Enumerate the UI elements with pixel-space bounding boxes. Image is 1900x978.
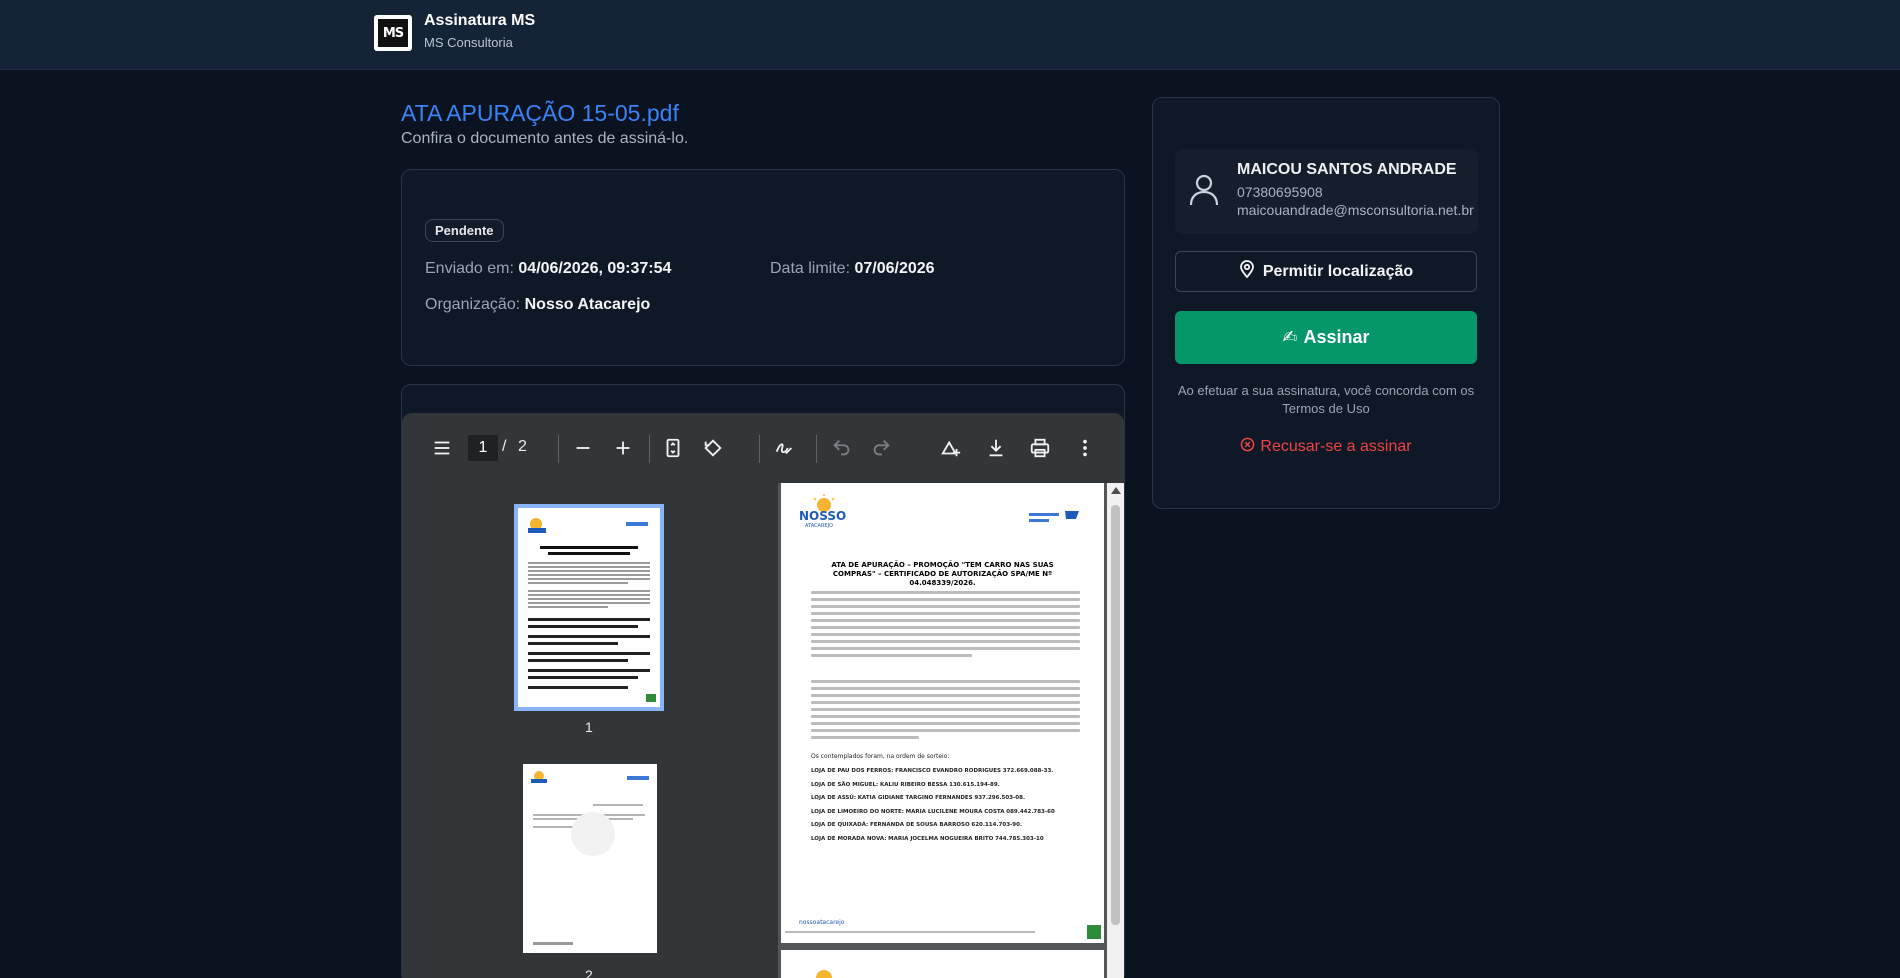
- brand-name: NOSSO: [799, 509, 847, 523]
- page-thumbnail-1[interactable]: [514, 504, 664, 711]
- toolbar-divider: [759, 435, 760, 463]
- signer-email: maicouandrade@msconsultoria.net.br: [1237, 202, 1474, 218]
- toolbar-divider: [649, 435, 650, 463]
- signer-name: MAICOU SANTOS ANDRADE: [1237, 161, 1457, 178]
- winner-item: LOJA DE SÃO MIGUEL: KALIU RIBEIRO BESSA …: [811, 781, 1000, 788]
- refuse-sign-label: Recusar-se a assinar: [1260, 438, 1412, 455]
- deadline-label: Data limite:: [770, 260, 851, 277]
- document-heading: ATA DE APURAÇÃO – PROMOÇÃO "TEM CARRO NA…: [831, 561, 1054, 587]
- winners-list: LOJA DE PAU DOS FERROS: FRANCISCO EVANDR…: [811, 768, 1080, 849]
- page-number-input[interactable]: 1: [468, 435, 498, 461]
- sign-button-label: Assinar: [1303, 327, 1370, 347]
- winner-item: LOJA DE MORADA NOVA: MARIA JOCELMA NOGUE…: [811, 835, 1044, 842]
- paragraph-block: [811, 591, 1080, 661]
- sign-button[interactable]: ✍ Assinar: [1175, 311, 1477, 364]
- print-icon[interactable]: [1026, 434, 1054, 462]
- terms-notice: Ao efetuar a sua assinatura, você concor…: [1175, 382, 1477, 418]
- rotate-icon[interactable]: [699, 434, 727, 462]
- organization: Organização: Nosso Atacarejo: [425, 296, 650, 314]
- brand-logo-mark: MS: [378, 19, 408, 47]
- signer-card: MAICOU SANTOS ANDRADE 07380695908 maicou…: [1152, 97, 1500, 509]
- sent-date: Enviado em: 04/06/2026, 09:37:54: [425, 260, 671, 278]
- thumbnail-number-2: 2: [585, 967, 593, 978]
- winner-item: LOJA DE QUIXADÁ: FERNANDA DE SOUSA BARRO…: [811, 822, 1023, 828]
- winner-item: LOJA DE ASSÚ: KATIA GIDIANE TARGINO FERN…: [811, 795, 1026, 801]
- paragraph-block: [811, 680, 1080, 743]
- hamburger-menu-icon[interactable]: [428, 434, 456, 462]
- page-separator: /: [502, 438, 507, 455]
- document-subtitle: Confira o documento antes de assiná-lo.: [401, 130, 689, 147]
- document-info-card: Pendente Enviado em: 04/06/2026, 09:37:5…: [401, 169, 1125, 366]
- signer-document: 07380695908: [1237, 184, 1323, 200]
- page-total: 2: [518, 438, 527, 455]
- scroll-thumb[interactable]: [1111, 505, 1120, 925]
- zoom-out-icon[interactable]: [569, 434, 597, 462]
- pdf-toolbar: 1 / 2: [402, 413, 1124, 483]
- brand-logo: MS: [374, 15, 412, 51]
- scroll-up-arrow-icon[interactable]: [1111, 487, 1121, 494]
- pdf-page-1: NOSSO ATACAREJO ATA DE APURAÇÃO – PROMOÇ…: [781, 483, 1104, 943]
- pdf-scrollbar[interactable]: [1107, 483, 1124, 978]
- deadline-date: Data limite: 07/06/2026: [770, 260, 935, 278]
- allow-location-button[interactable]: Permitir localização: [1175, 251, 1477, 292]
- winners-intro: Os contemplados foram, na ordem de sorte…: [811, 753, 950, 760]
- thumbnail-preview: [531, 771, 649, 945]
- redo-icon[interactable]: [867, 434, 895, 462]
- pdf-content-area: 1 2 NOSSO ATACAREJO ATA DE APURAÇÃO – PR…: [402, 483, 1124, 978]
- refuse-sign-link[interactable]: Recusar-se a assinar: [1175, 437, 1477, 457]
- brand-subtitle: ATACAREJO: [805, 523, 833, 529]
- add-annotation-icon[interactable]: [937, 434, 965, 462]
- undo-icon[interactable]: [828, 434, 856, 462]
- user-icon: [1187, 171, 1221, 209]
- pdf-page-2: [781, 950, 1104, 978]
- organization-label: Organização:: [425, 296, 521, 313]
- terms-of-use-link[interactable]: Termos de Uso: [1175, 400, 1477, 418]
- zoom-in-icon[interactable]: [609, 434, 637, 462]
- sent-value: 04/06/2026, 09:37:54: [518, 260, 672, 277]
- footer-social: nossoatacarejo: [799, 919, 845, 926]
- deadline-value: 07/06/2026: [854, 260, 935, 277]
- signer-profile: MAICOU SANTOS ANDRADE 07380695908 maicou…: [1175, 149, 1478, 234]
- allow-location-label: Permitir localização: [1262, 262, 1414, 280]
- download-icon[interactable]: [982, 434, 1010, 462]
- thumbnail-sidebar: 1 2: [402, 483, 778, 978]
- x-circle-icon: [1240, 437, 1255, 457]
- nosso-logo: [816, 970, 832, 978]
- winner-item: LOJA DE LIMOEIRO DO NORTE: MARIA LUCILEN…: [811, 808, 1055, 815]
- winner-item: LOJA DE PAU DOS FERROS: FRANCISCO EVANDR…: [811, 768, 1054, 774]
- document-title: ATA APURAÇÃO 15-05.pdf: [401, 100, 679, 126]
- terms-text: Ao efetuar a sua assinatura, você concor…: [1177, 383, 1475, 398]
- organization-value: Nosso Atacarejo: [524, 296, 651, 313]
- sent-label: Enviado em:: [425, 260, 514, 277]
- footer-line: [785, 931, 1035, 933]
- top-header: MS Assinatura MS MS Consultoria: [0, 0, 1900, 70]
- more-options-icon[interactable]: [1071, 434, 1099, 462]
- location-pin-icon: [1239, 260, 1255, 283]
- status-badge: Pendente: [425, 219, 504, 242]
- toolbar-divider: [816, 435, 817, 463]
- writing-hand-icon: ✍: [1282, 327, 1298, 347]
- page-thumbnail-2[interactable]: [523, 764, 657, 953]
- app-title: Assinatura MS: [424, 12, 536, 29]
- draw-icon[interactable]: [770, 434, 798, 462]
- fit-page-icon[interactable]: [659, 434, 687, 462]
- toolbar-divider: [558, 435, 559, 463]
- company-name: MS Consultoria: [424, 35, 513, 50]
- stamp-mark: [1087, 925, 1101, 939]
- site-logo: [1029, 511, 1079, 522]
- pdf-page-view: NOSSO ATACAREJO ATA DE APURAÇÃO – PROMOÇ…: [781, 483, 1106, 978]
- thumbnail-preview: [528, 518, 656, 702]
- thumbnail-number-1: 1: [585, 719, 593, 735]
